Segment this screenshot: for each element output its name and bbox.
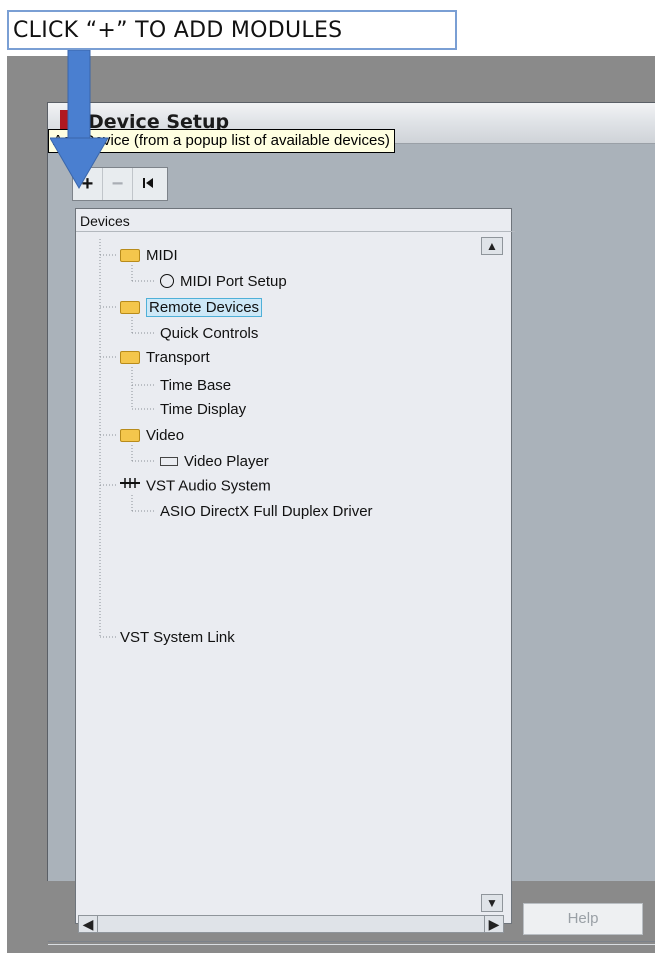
tree-label: ASIO DirectX Full Duplex Driver xyxy=(160,503,373,520)
chevron-right-icon: ▶ xyxy=(488,916,500,932)
scroll-down-button[interactable]: ▼ xyxy=(481,894,503,912)
tree-label: Quick Controls xyxy=(160,325,259,342)
tree-label: Remote Devices xyxy=(146,298,263,317)
device-setup-window: Device Setup + − Devices MIDI MIDI Port … xyxy=(47,102,655,945)
video-device-icon xyxy=(160,456,178,466)
tree-item-time-display[interactable]: Time Display xyxy=(160,401,246,419)
tree-item-vst-audio-system[interactable]: VST Audio System xyxy=(120,477,271,496)
tree-item-transport[interactable]: Transport xyxy=(120,349,210,367)
tree-label: Time Base xyxy=(160,377,232,394)
tree-label: VST System Link xyxy=(120,629,235,646)
devices-panel: Devices MIDI MIDI Port Setup Remote Devi… xyxy=(75,208,515,924)
tree-item-video[interactable]: Video xyxy=(120,427,184,445)
tree-item-asio-driver[interactable]: ASIO DirectX Full Duplex Driver xyxy=(160,503,373,521)
folder-icon xyxy=(120,300,140,314)
tree-item-remote-devices[interactable]: Remote Devices xyxy=(120,298,263,317)
folder-icon xyxy=(120,428,140,442)
tree-item-midi[interactable]: MIDI xyxy=(120,247,178,265)
folder-icon xyxy=(120,350,140,364)
tree-label: MIDI xyxy=(146,247,178,264)
tree-label: VST Audio System xyxy=(146,477,271,495)
tree-label: MIDI Port Setup xyxy=(180,273,287,290)
help-button[interactable]: Help xyxy=(523,903,643,935)
port-icon xyxy=(160,274,174,289)
chevron-up-icon: ▲ xyxy=(486,239,498,253)
tree-label: Video Player xyxy=(184,453,269,470)
scroll-right-button[interactable]: ▶ xyxy=(484,916,503,932)
tree-item-video-player[interactable]: Video Player xyxy=(160,453,269,471)
chevron-down-icon: ▼ xyxy=(486,896,498,910)
scroll-left-button[interactable]: ◀ xyxy=(79,916,98,932)
annotation-caption: CLICK “+” TO ADD MODULES xyxy=(7,10,457,50)
tree-label: Time Display xyxy=(160,401,247,418)
annotation-arrow-icon xyxy=(50,50,109,189)
reset-device-button[interactable] xyxy=(133,168,163,200)
tree-label: Transport xyxy=(146,349,210,366)
chevron-left-icon: ◀ xyxy=(82,916,94,932)
reset-icon xyxy=(142,176,154,192)
divider xyxy=(48,941,655,945)
horizontal-scrollbar[interactable]: ◀ ▶ xyxy=(78,915,504,933)
audio-system-icon xyxy=(120,476,140,495)
tree-item-quick-controls[interactable]: Quick Controls xyxy=(160,325,258,343)
tree-item-time-base[interactable]: Time Base xyxy=(160,377,231,395)
tree-item-vst-system-link[interactable]: VST System Link xyxy=(120,629,235,647)
tree-label: Video xyxy=(146,427,185,444)
folder-icon xyxy=(120,248,140,262)
tree-item-midi-port-setup[interactable]: MIDI Port Setup xyxy=(160,273,287,291)
scroll-up-button[interactable]: ▲ xyxy=(481,237,503,255)
